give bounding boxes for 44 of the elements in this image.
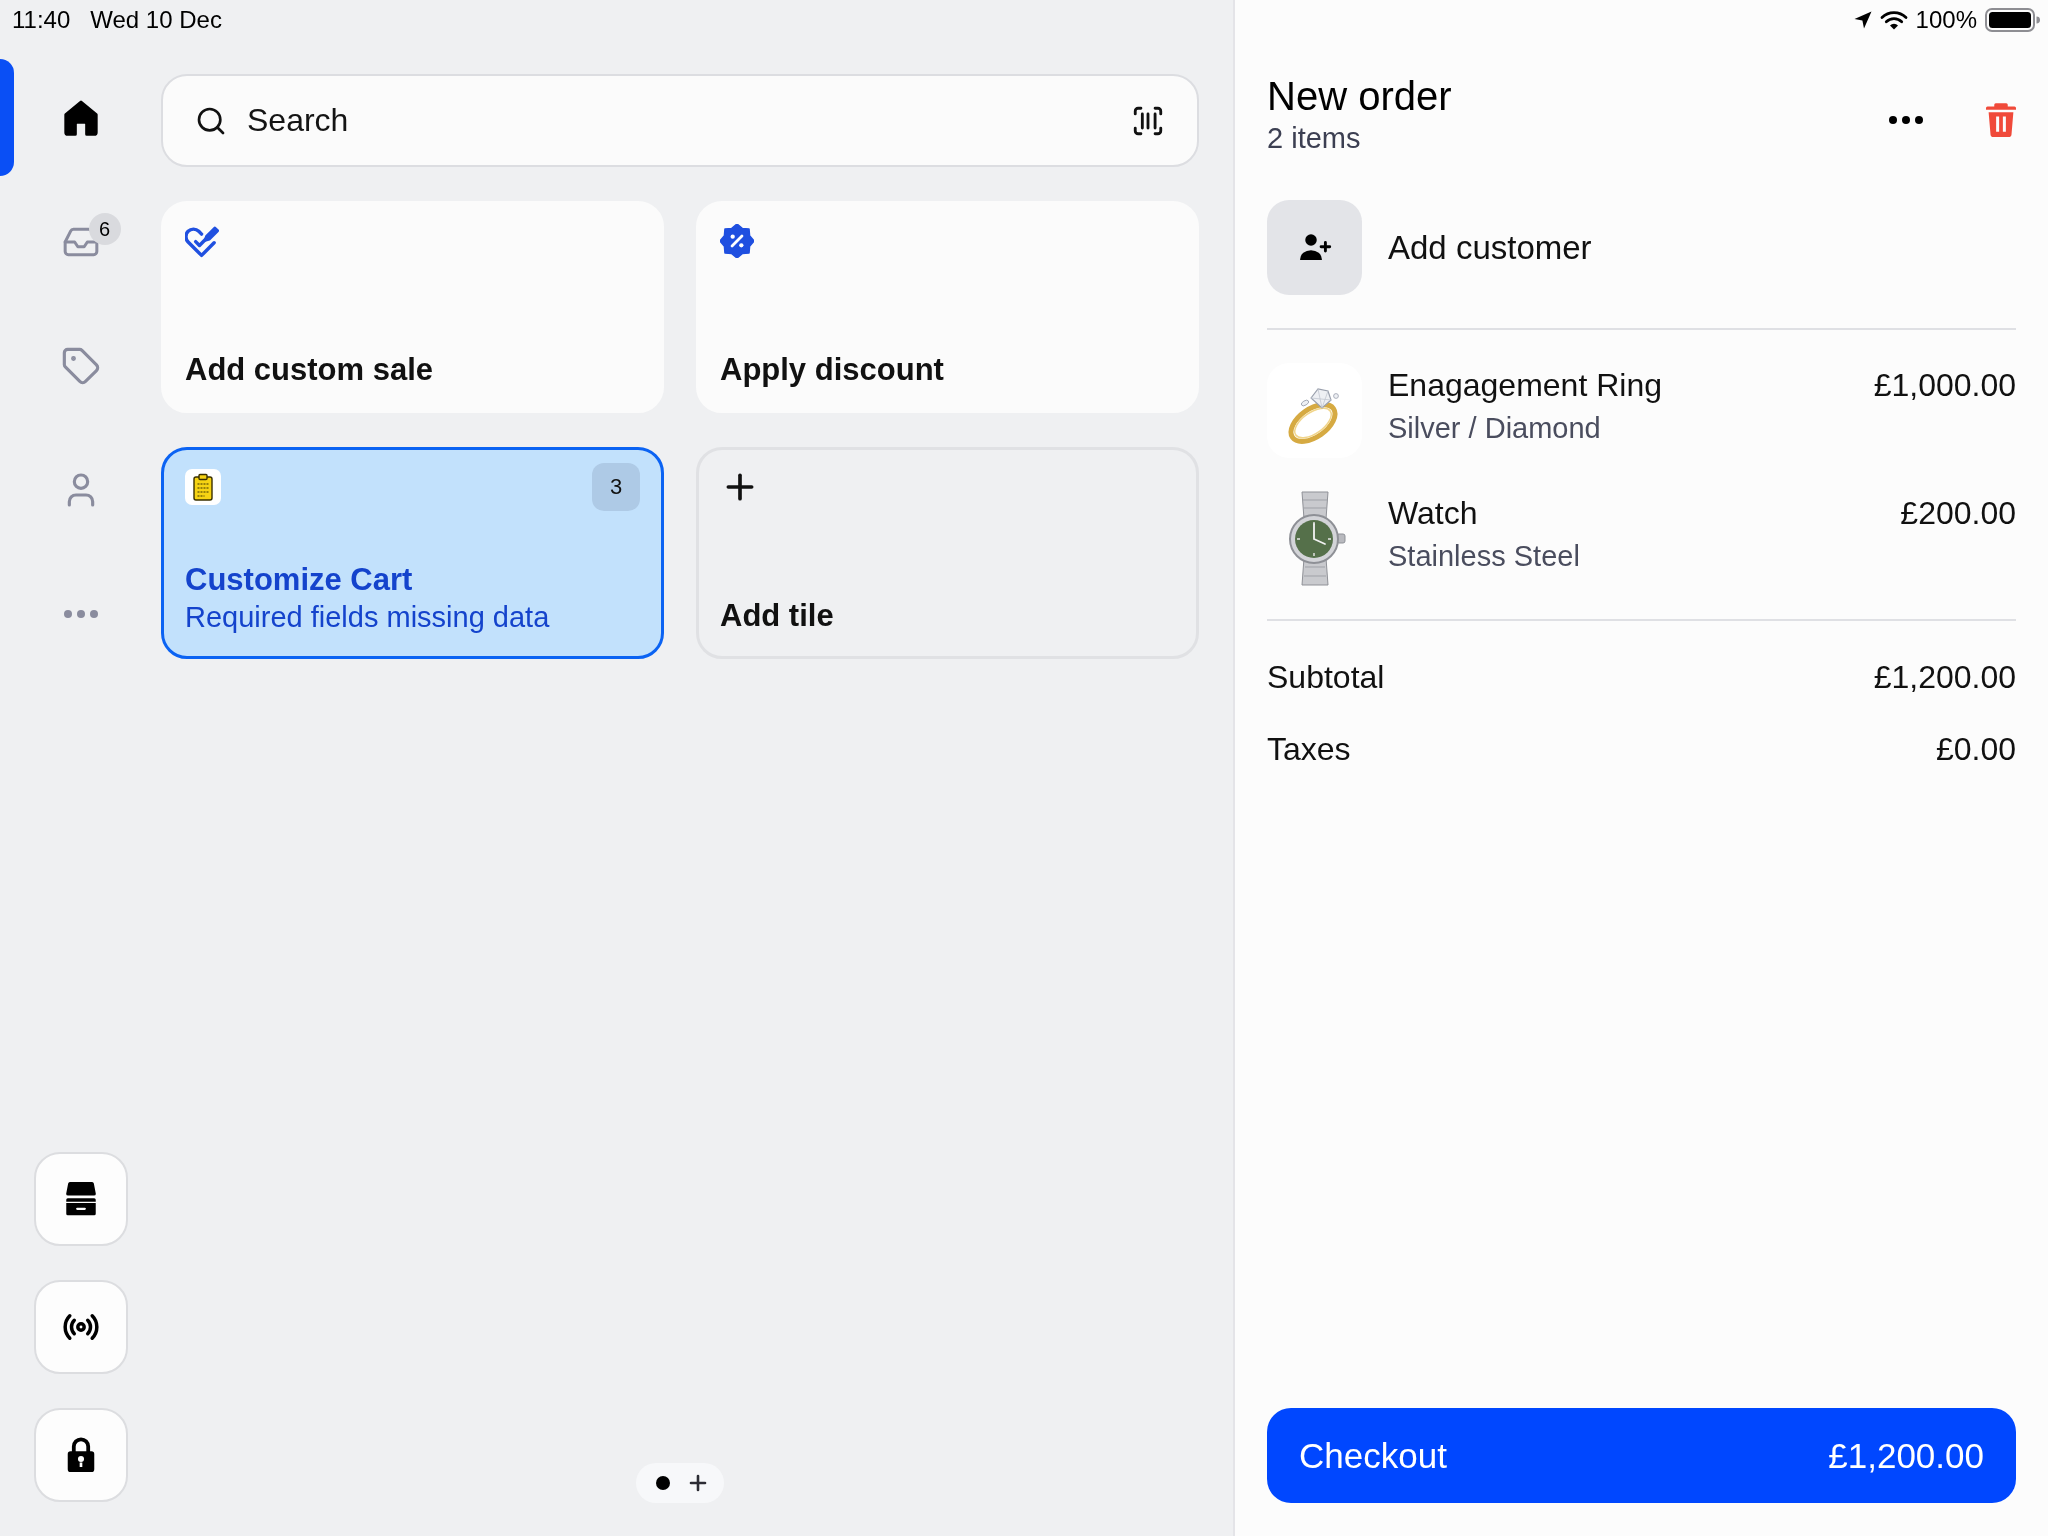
status-time: 11:40	[12, 6, 71, 34]
location-arrow-icon	[1853, 11, 1872, 29]
action-tile[interactable]: Add custom sale	[161, 201, 664, 413]
add-person-icon	[1267, 200, 1362, 295]
search-field[interactable]: Search	[161, 74, 1199, 167]
item-variant: Silver / Diamond	[1388, 411, 1602, 446]
drawer-icon	[63, 1182, 98, 1216]
total-label: Subtotal	[1267, 658, 1385, 697]
wifi-icon	[1879, 10, 1908, 30]
sidebar-tab[interactable]: 6	[0, 180, 161, 304]
item-price: £1,000.00	[1873, 366, 2016, 405]
clipboard-icon	[185, 469, 221, 505]
heart-check-icon	[185, 224, 219, 258]
count-badge: 3	[592, 463, 640, 511]
total-value: £1,200.00	[1873, 658, 2016, 697]
total-value: £0.00	[1935, 730, 2016, 769]
order-title: New order	[1267, 73, 1452, 120]
lock-icon	[65, 1437, 96, 1473]
add-customer-button[interactable]: Add customer	[1267, 200, 2016, 295]
item-name: Watch	[1388, 494, 1478, 533]
item-count: 2 items	[1267, 121, 1362, 156]
count-badge: 6	[88, 213, 121, 245]
sidebar-button[interactable]	[33, 1280, 128, 1374]
status-date: Wed 10 Dec	[90, 6, 222, 34]
percent-badge-icon	[720, 224, 754, 258]
checkout-button[interactable]: Checkout £1,200.00	[1267, 1408, 2016, 1503]
ellipsis-icon[interactable]	[1888, 115, 1924, 125]
action-tile[interactable]: Apply discount	[696, 201, 1199, 413]
search-input[interactable]: Search	[247, 102, 1111, 139]
action-tile[interactable]: Add tile	[696, 447, 1199, 659]
item-variant: Stainless Steel	[1388, 539, 1581, 574]
battery-percent: 100%	[1915, 6, 1977, 34]
tag-icon	[60, 346, 101, 386]
trash-icon[interactable]	[1986, 102, 2016, 138]
item-name: Enagagement Ring	[1388, 366, 1662, 405]
page-dot[interactable]	[656, 1476, 670, 1490]
ellipsis-icon	[62, 609, 99, 619]
battery-icon	[1985, 8, 2040, 32]
sidebar-button[interactable]	[33, 1408, 128, 1502]
sidebar-button[interactable]	[33, 1152, 128, 1246]
home-icon	[62, 100, 99, 136]
item-price: £200.00	[1900, 494, 2016, 533]
total-label: Taxes	[1267, 730, 1351, 769]
action-tile[interactable]: 3 Customize Cart Required fields missing data	[161, 447, 664, 659]
